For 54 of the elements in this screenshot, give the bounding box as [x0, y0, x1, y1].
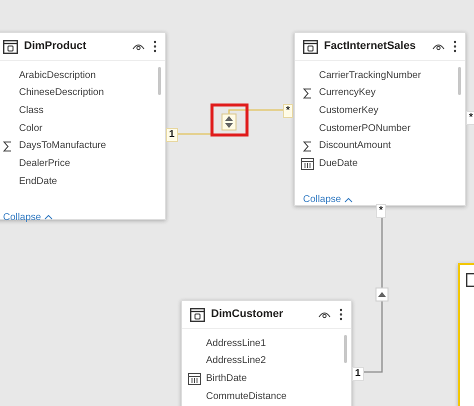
cardinality-label: 1 [352, 367, 364, 381]
calendar-icon [188, 373, 200, 386]
table-title: DimProduct [24, 39, 86, 54]
cardinality-label: 1 [166, 128, 178, 142]
field-name[interactable]: DiscountAmount [319, 139, 391, 154]
chevron-icon[interactable] [44, 214, 53, 220]
table-icon [303, 40, 318, 54]
table-title: FactInternetSales [324, 39, 416, 54]
collapse-link[interactable]: Collapse [303, 194, 353, 206]
table-card[interactable]: FactInternetSales CarrierTrackingNumber CurrencyKey CustomerKey CustomerPONumber DiscountAmount DueDate Collapse [294, 32, 466, 206]
scrollbar[interactable] [344, 335, 347, 363]
field-name[interactable]: CommuteDistance [206, 390, 287, 404]
more-icon[interactable] [453, 40, 457, 53]
field-name[interactable]: CarrierTrackingNumber [319, 68, 421, 84]
cardinality-label: * [283, 104, 293, 118]
calendar-icon [300, 158, 314, 170]
field-name[interactable]: ChineseDescription [19, 86, 104, 101]
highlight-frame [210, 104, 248, 136]
field-name[interactable]: CustomerKey [319, 104, 378, 119]
scrollbar[interactable] [458, 67, 461, 95]
field-name[interactable]: Class [19, 104, 44, 119]
cardinality-label: * [376, 204, 386, 218]
table-icon [190, 308, 205, 322]
table-icon [3, 40, 18, 54]
field-name[interactable]: DueDate [319, 156, 358, 172]
field-name[interactable]: Color [19, 122, 42, 136]
sigma-icon [2, 141, 12, 152]
field-name[interactable]: DaysToManufacture [19, 139, 106, 154]
sigma-icon [302, 141, 312, 152]
chevron-icon[interactable] [344, 196, 353, 203]
table-card[interactable]: DimProduct ArabicDescription ChineseDescription Class Color DaysToManufacture DealerPrice EndDate Collapse [0, 32, 166, 220]
more-icon[interactable] [339, 308, 343, 321]
sigma-icon [302, 88, 312, 100]
cardinality-label: * [466, 111, 474, 125]
direction-icon[interactable] [376, 288, 388, 302]
field-name[interactable]: DealerPrice [19, 156, 70, 172]
relationship-line[interactable] [363, 216, 383, 373]
field-name[interactable]: EndDate [19, 174, 58, 190]
eye-icon[interactable] [432, 42, 445, 51]
table-card[interactable]: DimCustomer AddressLine1 AddressLine2 BirthDate CommuteDistance [181, 300, 352, 406]
scrollbar[interactable] [158, 67, 161, 95]
eye-icon[interactable] [318, 310, 331, 319]
relationship-line[interactable] [176, 109, 285, 135]
field-name[interactable]: BirthDate [206, 372, 247, 387]
eye-icon[interactable] [132, 42, 145, 51]
field-name[interactable]: CustomerPONumber [319, 122, 410, 136]
collapse-link[interactable]: Collapse [3, 212, 53, 223]
direction-icon[interactable] [222, 114, 236, 130]
field-name[interactable]: AddressLine1 [206, 336, 266, 352]
field-name[interactable]: AddressLine2 [206, 354, 266, 369]
table-title: DimCustomer [211, 307, 284, 322]
more-icon[interactable] [153, 40, 157, 53]
field-name[interactable]: CurrencyKey [319, 86, 376, 101]
field-name[interactable]: ArabicDescription [19, 68, 96, 84]
